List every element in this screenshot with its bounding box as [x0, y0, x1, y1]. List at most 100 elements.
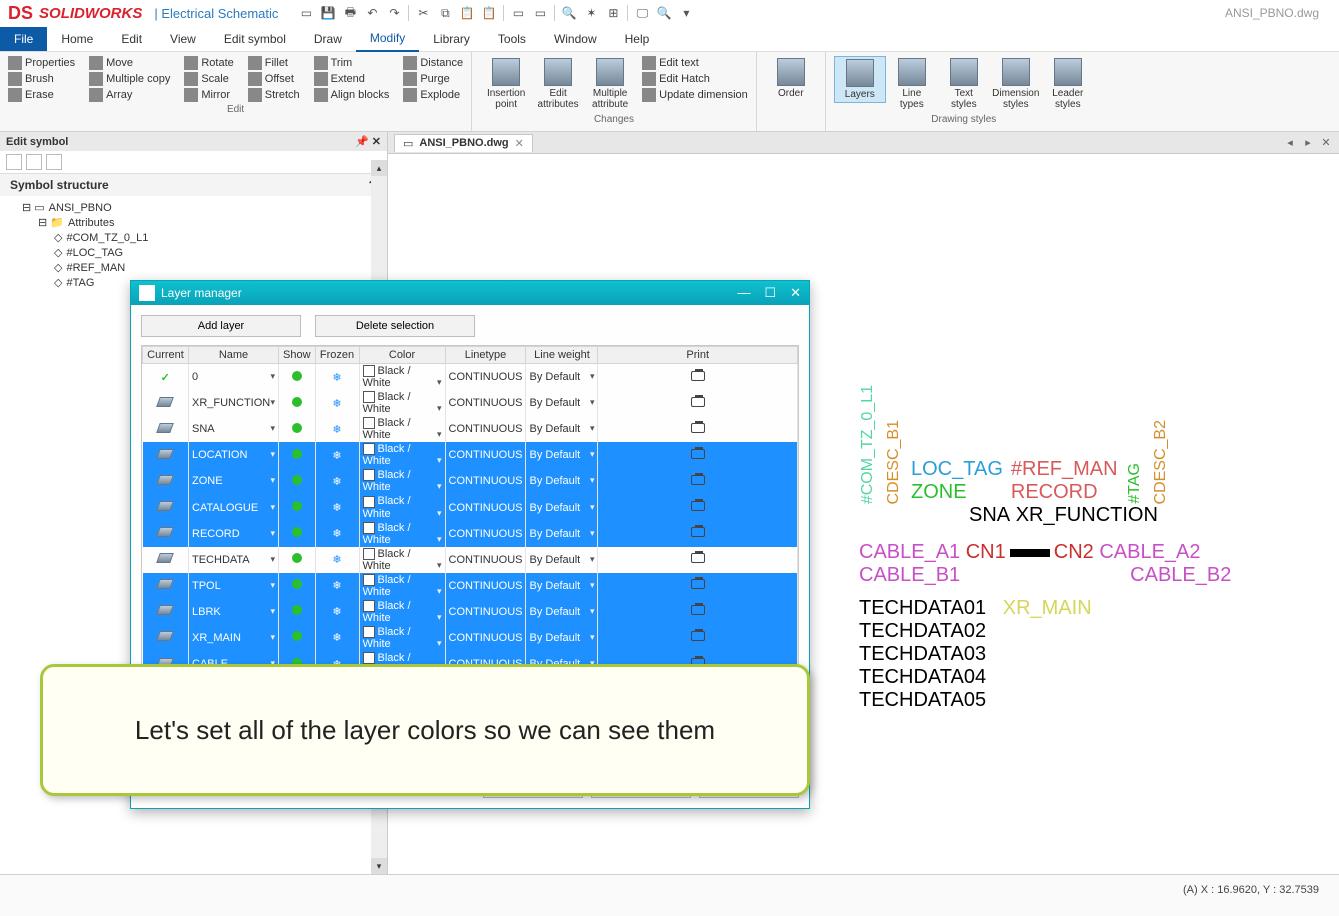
cell-print[interactable]: [598, 442, 798, 468]
ribbon-scale[interactable]: Scale: [184, 72, 233, 86]
cell-show[interactable]: [279, 390, 316, 416]
cell-linetype[interactable]: CONTINUOUS: [445, 547, 526, 573]
tree-root[interactable]: ⊟ ▭ANSI_PBNO: [22, 200, 381, 215]
cell-color[interactable]: Black / White: [359, 390, 445, 416]
left-tool-2-icon[interactable]: [26, 154, 42, 170]
symbol-structure-header[interactable]: Symbol structure ⌃: [0, 174, 387, 196]
ribbon-line-types[interactable]: Line types: [886, 56, 938, 112]
tab-nav-right-icon[interactable]: ▸: [1301, 136, 1315, 150]
cell-linetype[interactable]: CONTINUOUS: [445, 364, 526, 391]
cell-frozen[interactable]: ❄: [315, 390, 359, 416]
cell-color[interactable]: Black / White: [359, 521, 445, 547]
qat-monitor-icon[interactable]: 🖵: [634, 5, 650, 21]
col-color[interactable]: Color: [359, 347, 445, 364]
cell-current[interactable]: [143, 390, 189, 416]
cell-show[interactable]: [279, 573, 316, 599]
menu-view[interactable]: View: [156, 27, 210, 51]
ribbon-multiple-copy[interactable]: Multiple copy: [89, 72, 170, 86]
layer-row[interactable]: SNA❄Black / WhiteCONTINUOUSBy Default: [143, 416, 798, 442]
cell-print[interactable]: [598, 599, 798, 625]
cell-frozen[interactable]: ❄: [315, 416, 359, 442]
ribbon-fillet[interactable]: Fillet: [248, 56, 300, 70]
col-lineweight[interactable]: Line weight: [526, 347, 598, 364]
cell-show[interactable]: [279, 468, 316, 494]
ribbon-brush[interactable]: Brush: [8, 72, 75, 86]
menu-tools[interactable]: Tools: [484, 27, 540, 51]
ribbon-dimension-styles[interactable]: Dimension styles: [990, 56, 1042, 112]
ribbon-mirror[interactable]: Mirror: [184, 88, 233, 102]
col-frozen[interactable]: Frozen: [315, 347, 359, 364]
cell-lineweight[interactable]: By Default: [526, 573, 598, 599]
left-tool-3-icon[interactable]: [46, 154, 62, 170]
layer-row[interactable]: RECORD❄Black / WhiteCONTINUOUSBy Default: [143, 521, 798, 547]
qat-copy-icon[interactable]: ⧉: [437, 5, 453, 21]
cell-frozen[interactable]: ❄: [315, 547, 359, 573]
col-current[interactable]: Current: [143, 347, 189, 364]
dialog-close-icon[interactable]: ✕: [790, 285, 801, 301]
cell-name[interactable]: 0: [189, 364, 279, 391]
col-name[interactable]: Name: [189, 347, 279, 364]
dialog-minimize-icon[interactable]: —: [737, 285, 750, 301]
qat-paste-icon[interactable]: 📋: [459, 5, 475, 21]
dialog-maximize-icon[interactable]: ☐: [764, 285, 776, 301]
ribbon-insertion-point[interactable]: Insertion point: [480, 56, 532, 112]
tree-attr-item[interactable]: ◇#LOC_TAG: [54, 245, 381, 260]
ribbon-offset[interactable]: Offset: [248, 72, 300, 86]
menu-edit[interactable]: Edit: [107, 27, 156, 51]
ribbon-stretch[interactable]: Stretch: [248, 88, 300, 102]
menu-library[interactable]: Library: [419, 27, 484, 51]
cell-name[interactable]: LOCATION: [189, 442, 279, 468]
col-show[interactable]: Show: [279, 347, 316, 364]
cell-linetype[interactable]: CONTINUOUS: [445, 416, 526, 442]
col-print[interactable]: Print: [598, 347, 798, 364]
ribbon-distance[interactable]: Distance: [403, 56, 463, 70]
menu-draw[interactable]: Draw: [300, 27, 356, 51]
cell-lineweight[interactable]: By Default: [526, 442, 598, 468]
qat-zoom-icon[interactable]: 🔍: [656, 5, 672, 21]
ribbon-layers[interactable]: Layers: [834, 56, 886, 103]
ribbon-update-dimension[interactable]: Update dimension: [642, 88, 748, 102]
left-panel-pin-icon[interactable]: 📌 ✕: [355, 135, 381, 148]
cell-name[interactable]: XR_FUNCTION: [189, 390, 279, 416]
menu-file[interactable]: File: [0, 27, 47, 51]
cell-frozen[interactable]: ❄: [315, 573, 359, 599]
ribbon-edit-text[interactable]: Edit text: [642, 56, 748, 70]
col-linetype[interactable]: Linetype: [445, 347, 526, 364]
cell-frozen[interactable]: ❄: [315, 521, 359, 547]
cell-color[interactable]: Black / White: [359, 573, 445, 599]
cell-print[interactable]: [598, 625, 798, 651]
layer-row[interactable]: XR_FUNCTION❄Black / WhiteCONTINUOUSBy De…: [143, 390, 798, 416]
qat-star-icon[interactable]: ✶: [583, 5, 599, 21]
cell-name[interactable]: LBRK: [189, 599, 279, 625]
cell-show[interactable]: [279, 442, 316, 468]
ribbon-edit-attributes[interactable]: Edit attributes: [532, 56, 584, 112]
cell-name[interactable]: XR_MAIN: [189, 625, 279, 651]
ribbon-edit-hatch[interactable]: Edit Hatch: [642, 72, 748, 86]
cell-current[interactable]: [143, 547, 189, 573]
cell-frozen[interactable]: ❄: [315, 494, 359, 520]
tab-nav-left-icon[interactable]: ◂: [1283, 136, 1297, 150]
cell-name[interactable]: TECHDATA: [189, 547, 279, 573]
layer-row[interactable]: LOCATION❄Black / WhiteCONTINUOUSBy Defau…: [143, 442, 798, 468]
menu-edit-symbol[interactable]: Edit symbol: [210, 27, 300, 51]
qat-cut-icon[interactable]: ✂: [415, 5, 431, 21]
close-tab-icon[interactable]: ✕: [515, 137, 524, 150]
ribbon-erase[interactable]: Erase: [8, 88, 75, 102]
cell-lineweight[interactable]: By Default: [526, 494, 598, 520]
qat-undo-icon[interactable]: ↶: [364, 5, 380, 21]
cell-name[interactable]: ZONE: [189, 468, 279, 494]
menu-modify[interactable]: Modify: [356, 26, 419, 52]
ribbon-text-styles[interactable]: Text styles: [938, 56, 990, 112]
cell-show[interactable]: [279, 494, 316, 520]
cell-frozen[interactable]: ❄: [315, 599, 359, 625]
cell-current[interactable]: [143, 494, 189, 520]
cell-linetype[interactable]: CONTINUOUS: [445, 494, 526, 520]
tree-attr-item[interactable]: ◇#COM_TZ_0_L1: [54, 230, 381, 245]
menu-help[interactable]: Help: [611, 27, 664, 51]
ribbon-align-blocks[interactable]: Align blocks: [314, 88, 390, 102]
ribbon-extend[interactable]: Extend: [314, 72, 390, 86]
cell-name[interactable]: TPOL: [189, 573, 279, 599]
qat-search-icon[interactable]: 🔍: [561, 5, 577, 21]
cell-name[interactable]: RECORD: [189, 521, 279, 547]
add-layer-button[interactable]: Add layer: [141, 315, 301, 337]
